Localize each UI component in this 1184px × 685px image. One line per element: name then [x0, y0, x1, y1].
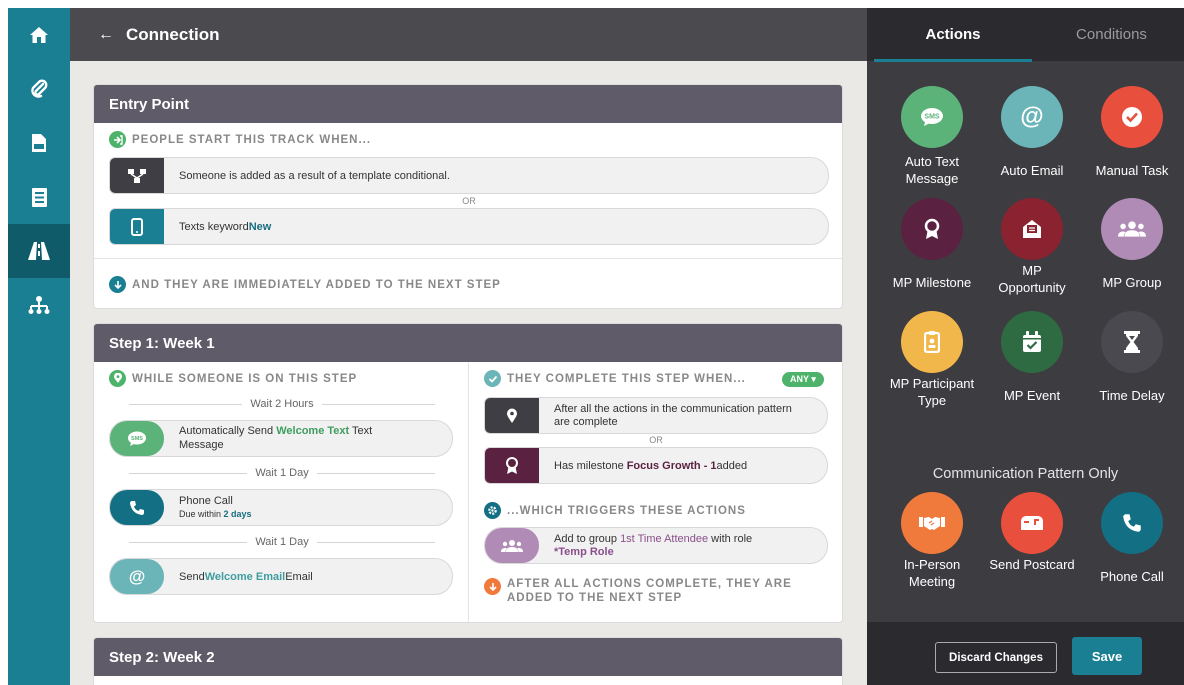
while-heading: WHILE SOMEONE IS ON THIS STEP	[109, 370, 357, 387]
sms-icon: SMS	[901, 86, 963, 148]
action-in-person-meeting[interactable]: In-Person Meeting	[887, 492, 977, 591]
action-auto-email[interactable]: @ Auto Email	[987, 86, 1077, 180]
hourglass-icon	[1101, 311, 1163, 373]
at-icon: @	[110, 559, 164, 594]
entry-trigger-keyword[interactable]: Texts keyword New	[109, 208, 829, 245]
down-arrow-icon	[484, 578, 501, 595]
action-manual-task[interactable]: Manual Task	[1087, 86, 1177, 180]
nav-forms[interactable]	[8, 170, 70, 224]
triggers-heading: ...WHICH TRIGGERS THESE ACTIONS	[484, 502, 746, 519]
condition-milestone[interactable]: Has milestone Focus Growth - 1 added	[484, 447, 828, 484]
condition-actions-complete[interactable]: After all the actions in the communicati…	[484, 397, 828, 434]
start-heading: PEOPLE START THIS TRACK WHEN...	[109, 131, 371, 148]
nav-home[interactable]	[8, 8, 70, 62]
envelope-open-icon	[1001, 198, 1063, 260]
check-circle-icon	[484, 370, 501, 387]
after-heading: AFTER ALL ACTIONS COMPLETE, THEY ARE ADD…	[484, 577, 792, 606]
keyword-value: New	[248, 220, 272, 233]
wait-indicator: Wait 1 Day	[129, 536, 436, 548]
left-nav	[8, 8, 70, 685]
enter-icon	[109, 131, 126, 148]
action-mp-event[interactable]: MP Event	[987, 311, 1077, 405]
location-pin-icon	[485, 398, 539, 433]
column-divider	[468, 362, 469, 622]
badge-icon	[901, 311, 963, 373]
down-arrow-icon	[109, 276, 126, 293]
any-dropdown[interactable]: ANY ▾	[782, 372, 824, 387]
action-mp-opportunity[interactable]: MP Opportunity	[987, 198, 1077, 297]
nav-tracks[interactable]	[8, 224, 70, 278]
entry-trigger-conditional[interactable]: Someone is added as a result of a templa…	[109, 157, 829, 194]
location-pin-icon	[109, 370, 126, 387]
form-icon	[31, 187, 47, 207]
action-mp-participant-type[interactable]: MP Participant Type	[887, 311, 977, 410]
wait-indicator: Wait 2 Hours	[129, 398, 436, 410]
panel-tabs: Actions Conditions	[867, 8, 1184, 62]
action-auto-text-message[interactable]: SMS Auto Text Message	[887, 86, 977, 188]
svg-text:SMS: SMS	[924, 114, 940, 121]
entry-point-card: Entry Point PEOPLE START THIS TRACK WHEN…	[93, 84, 843, 309]
branch-icon	[110, 158, 164, 193]
action-auto-email[interactable]: @ Send Welcome Email Email	[109, 558, 453, 595]
active-tab-indicator	[874, 59, 1032, 62]
keyword-prefix: Texts keyword	[179, 220, 249, 233]
sms-icon: SMS	[110, 421, 164, 456]
back-arrow-icon[interactable]: ←	[98, 26, 114, 44]
complete-heading: THEY COMPLETE THIS STEP WHEN...	[484, 370, 746, 387]
added-heading: AND THEY ARE IMMEDIATELY ADDED TO THE NE…	[109, 276, 501, 293]
gear-icon	[484, 502, 501, 519]
award-icon	[485, 448, 539, 483]
nav-org[interactable]	[8, 278, 70, 332]
builder-panel: Actions Conditions SMS Auto Text Message…	[867, 8, 1184, 685]
action-phone-call[interactable]: Phone Call Due within 2 days	[109, 489, 453, 526]
nav-attachments[interactable]	[8, 62, 70, 116]
phone-icon	[1101, 492, 1163, 554]
discard-changes-button[interactable]: Discard Changes	[935, 642, 1057, 673]
mailbox-icon	[1001, 492, 1063, 554]
step-card: Step 1: Week 1 WHILE SOMEONE IS ON THIS …	[93, 323, 843, 623]
org-chart-icon	[28, 296, 50, 314]
home-icon	[30, 27, 48, 43]
action-add-to-group[interactable]: Add to group 1st Time Attendee with role…	[484, 527, 828, 564]
at-icon: @	[1001, 86, 1063, 148]
card-title: Step 1: Week 1	[94, 324, 842, 362]
paperclip-icon	[31, 79, 48, 98]
csv-file-icon	[32, 134, 46, 152]
action-auto-text[interactable]: SMS Automatically Send Welcome Text Text…	[109, 420, 453, 457]
trigger-text: Someone is added as a result of a templa…	[179, 169, 450, 182]
page-title: Connection	[126, 24, 220, 44]
mobile-phone-icon	[110, 209, 164, 244]
card-title: Entry Point	[94, 85, 842, 123]
handshake-icon	[901, 492, 963, 554]
calendar-check-icon	[1001, 311, 1063, 373]
nav-csv[interactable]	[8, 116, 70, 170]
svg-text:SMS: SMS	[131, 436, 143, 442]
road-icon	[28, 242, 50, 260]
step-card: Step 2: Week 2	[93, 637, 843, 685]
save-button[interactable]: Save	[1072, 637, 1142, 675]
tab-actions[interactable]: Actions	[874, 8, 1032, 61]
group-icon	[485, 528, 539, 563]
action-phone-call[interactable]: Phone Call	[1087, 492, 1177, 586]
divider	[94, 258, 842, 259]
action-send-postcard[interactable]: Send Postcard	[987, 492, 1077, 574]
track-canvas: Entry Point PEOPLE START THIS TRACK WHEN…	[70, 61, 867, 685]
or-divider: OR	[462, 196, 476, 206]
page-header: ← Connection	[70, 8, 867, 61]
section-title: Communication Pattern Only	[932, 466, 1119, 482]
checkmark-icon	[1101, 86, 1163, 148]
group-icon	[1101, 198, 1163, 260]
wait-indicator: Wait 1 Day	[129, 467, 436, 479]
panel-footer: Discard Changes Save	[867, 622, 1184, 685]
award-icon	[901, 198, 963, 260]
card-title: Step 2: Week 2	[94, 638, 842, 676]
action-time-delay[interactable]: Time Delay	[1087, 311, 1177, 405]
action-mp-group[interactable]: MP Group	[1087, 198, 1177, 292]
action-mp-milestone[interactable]: MP Milestone	[887, 198, 977, 292]
phone-icon	[110, 490, 164, 525]
or-divider: OR	[649, 435, 663, 445]
tab-conditions[interactable]: Conditions	[1039, 8, 1184, 61]
